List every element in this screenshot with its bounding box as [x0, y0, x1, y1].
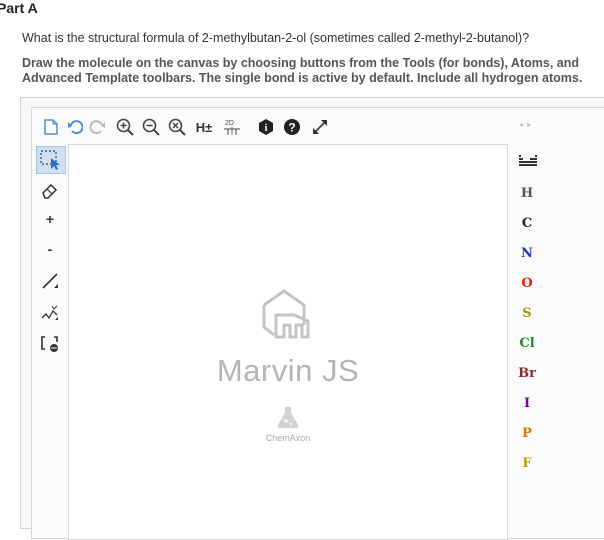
atom-p-label: P	[522, 425, 532, 441]
decrease-charge-tool[interactable]: -	[36, 236, 64, 262]
atom-br-button[interactable]: Br	[512, 360, 542, 386]
question-text: What is the structural formula of 2-meth…	[22, 31, 530, 45]
left-toolbar: + -	[32, 144, 68, 538]
undo-icon[interactable]	[65, 117, 85, 137]
atom-cl-label: Cl	[519, 335, 535, 351]
zoom-out-icon[interactable]	[141, 117, 161, 137]
atom-n-button[interactable]: N	[512, 240, 542, 266]
marvin-logo-icon	[254, 285, 320, 348]
atom-p-button[interactable]: P	[512, 420, 542, 446]
atom-f-label: F	[522, 455, 532, 471]
single-bond-tool[interactable]	[36, 268, 64, 294]
select-tool[interactable]	[36, 146, 66, 174]
2d-clean-icon[interactable]: 2D	[221, 117, 243, 137]
instructions-text: Draw the molecule on the canvas by choos…	[22, 56, 583, 85]
fullscreen-icon[interactable]	[310, 117, 330, 137]
svg-text:i: i	[265, 123, 268, 134]
zoom-reset-icon[interactable]	[167, 117, 187, 137]
new-document-icon[interactable]	[41, 117, 61, 137]
marvin-editor-frame: H± 2D i ? + - Marvin JS ChemAxon ◂ ▸ H C…	[20, 97, 604, 540]
atom-f-button[interactable]: F	[512, 450, 542, 476]
watermark-title: Marvin JS	[216, 353, 360, 388]
toolbar-scroll-arrows[interactable]: ◂ ▸	[519, 120, 532, 129]
atom-c-label: C	[521, 215, 533, 231]
atom-h-button[interactable]: H	[512, 180, 542, 206]
atom-i-label: I	[523, 395, 531, 411]
atom-h-label: H	[520, 185, 534, 201]
atom-n-label: N	[521, 245, 533, 261]
atom-c-button[interactable]: C	[512, 210, 542, 236]
atom-cl-button[interactable]: Cl	[512, 330, 542, 356]
2d-clean-label: 2D	[225, 120, 234, 127]
watermark-company: ChemAxon	[265, 433, 311, 443]
redo-icon[interactable]	[88, 117, 108, 137]
atom-br-label: Br	[518, 365, 536, 381]
drawing-canvas[interactable]: Marvin JS ChemAxon	[68, 144, 508, 540]
zoom-in-icon[interactable]	[115, 117, 135, 137]
marvin-editor: H± 2D i ? + - Marvin JS ChemAxon ◂ ▸ H C…	[31, 107, 604, 540]
info-icon[interactable]: i	[256, 117, 276, 137]
help-icon[interactable]: ?	[282, 117, 302, 137]
chemaxon-flask-icon	[275, 405, 301, 434]
atom-s-button[interactable]: S	[512, 300, 542, 326]
atom-o-button[interactable]: O	[512, 270, 542, 296]
hydrogens-toggle-icon[interactable]: H±	[192, 117, 216, 137]
atoms-toolbar: ◂ ▸ H C N O S Cl Br I P F	[506, 108, 576, 538]
atom-o-label: O	[521, 275, 533, 291]
chain-tool[interactable]	[36, 300, 64, 326]
erase-tool[interactable]	[36, 177, 64, 203]
periodic-table-icon[interactable]	[519, 154, 537, 172]
template-tool[interactable]	[36, 331, 64, 357]
svg-text:?: ?	[288, 121, 295, 135]
atom-s-label: S	[522, 305, 532, 321]
increase-charge-tool[interactable]: +	[36, 206, 64, 232]
part-title: Part A	[0, 0, 38, 16]
atom-i-button[interactable]: I	[512, 390, 542, 416]
